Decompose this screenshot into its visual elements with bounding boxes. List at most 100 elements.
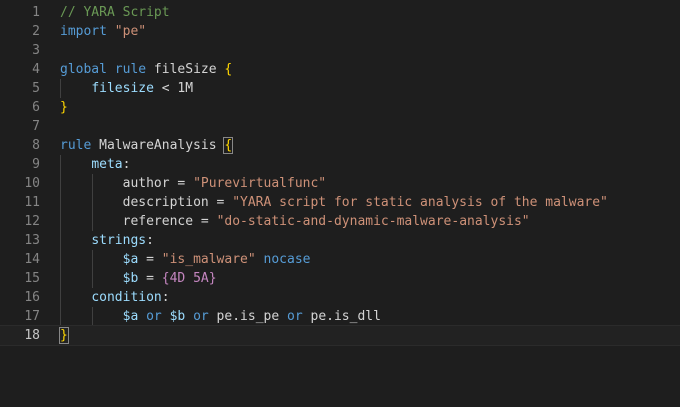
code-text[interactable]: strings:	[60, 231, 154, 250]
code-line[interactable]: 13 strings:	[0, 231, 680, 250]
line-number: 2	[32, 24, 40, 39]
code-token: < 1M	[153, 81, 194, 96]
code-line[interactable]: 17 $a or $b or pe.is_pe or pe.is_dll	[0, 307, 680, 326]
code-text[interactable]: condition:	[60, 288, 170, 307]
code-token: =	[208, 195, 233, 210]
line-number: 11	[24, 195, 40, 210]
code-token: description	[122, 195, 209, 210]
code-text[interactable]: meta:	[60, 155, 130, 174]
code-token: "YARA script for static analysis of the …	[232, 195, 608, 210]
code-line[interactable]: 4 global rule fileSize {	[0, 60, 680, 79]
code-lines[interactable]: 1 // YARA Script 2 import "pe" 3 4 global rule…	[0, 3, 680, 346]
code-token: {	[223, 137, 234, 154]
line-number: 7	[32, 119, 40, 134]
line-number: 18	[24, 328, 40, 343]
code-text[interactable]: author = "Purevirtualfunc"	[60, 174, 327, 193]
code-line[interactable]: 1 // YARA Script	[0, 3, 680, 22]
code-token: or	[146, 309, 162, 324]
code-token: global	[60, 62, 107, 77]
code-text[interactable]: description = "YARA script for static an…	[60, 193, 608, 212]
code-text[interactable]: // YARA Script	[60, 3, 170, 22]
code-token: fileSize	[146, 62, 225, 77]
code-token: :	[122, 157, 131, 172]
line-number: 3	[32, 43, 40, 58]
code-line[interactable]: 15 $b = {4D 5A}	[0, 269, 680, 288]
line-number: 12	[24, 214, 40, 229]
line-number: 15	[24, 271, 40, 286]
line-number: 6	[32, 100, 40, 115]
code-token: pe.is_pe	[208, 309, 288, 324]
code-line[interactable]: 9 meta:	[0, 155, 680, 174]
code-line[interactable]: 16 condition:	[0, 288, 680, 307]
code-token: :	[161, 290, 170, 305]
line-number: 1	[32, 5, 40, 20]
code-token: {4D 5A}	[161, 271, 217, 286]
code-line[interactable]: 18}	[0, 325, 680, 346]
code-token: "do-static-and-dynamic-malware-analysis"	[216, 214, 530, 229]
code-line[interactable]: 5 filesize < 1M	[0, 79, 680, 98]
code-text[interactable]: $a or $b or pe.is_pe or pe.is_dll	[60, 307, 381, 326]
code-token: MalwareAnalysis	[91, 138, 225, 153]
code-token: {	[224, 62, 233, 77]
code-text[interactable]: global rule fileSize {	[60, 60, 232, 79]
code-text[interactable]: $b = {4D 5A}	[60, 269, 217, 288]
code-text[interactable]: $a = "is_malware" nocase	[60, 250, 311, 269]
code-line[interactable]: 10 author = "Purevirtualfunc"	[0, 174, 680, 193]
code-token: strings	[91, 233, 147, 248]
code-token: or	[287, 309, 303, 324]
code-line[interactable]: 8 rule MalwareAnalysis {	[0, 136, 680, 155]
code-token: }	[59, 327, 69, 344]
code-text[interactable]: }	[60, 98, 68, 117]
code-text[interactable]: filesize < 1M	[60, 79, 193, 98]
code-text[interactable]: reference = "do-static-and-dynamic-malwa…	[60, 212, 530, 231]
code-token: or	[193, 309, 209, 324]
code-text[interactable]: }	[59, 326, 69, 345]
code-token: =	[138, 271, 162, 286]
line-number: 13	[24, 233, 40, 248]
code-line[interactable]: 14 $a = "is_malware" nocase	[0, 250, 680, 269]
code-line[interactable]: 12 reference = "do-static-and-dynamic-ma…	[0, 212, 680, 231]
code-token: =	[138, 252, 162, 267]
code-token: }	[60, 100, 68, 115]
line-number: 5	[32, 81, 40, 96]
code-token: rule	[60, 138, 92, 153]
code-line[interactable]: 7	[0, 117, 680, 136]
code-line[interactable]: 2 import "pe"	[0, 22, 680, 41]
code-token: pe.is_dll	[302, 309, 381, 324]
code-token: $a	[122, 309, 139, 324]
code-token: author	[122, 176, 170, 191]
code-token: $b	[169, 309, 186, 324]
code-text[interactable]: import "pe"	[60, 22, 146, 41]
line-number: 4	[32, 62, 40, 77]
code-editor[interactable]: 1 // YARA Script 2 import "pe" 3 4 global rule…	[0, 0, 680, 407]
code-token: filesize	[91, 81, 154, 96]
line-number: 17	[24, 309, 40, 324]
line-number: 9	[32, 157, 40, 172]
code-text[interactable]: rule MalwareAnalysis {	[60, 136, 234, 155]
code-line[interactable]: 3	[0, 41, 680, 60]
code-line[interactable]: 6}	[0, 98, 680, 117]
line-number: 8	[32, 138, 40, 153]
code-token: reference	[122, 214, 194, 229]
code-token: import	[60, 24, 107, 39]
code-line[interactable]: 11 description = "YARA script for static…	[0, 193, 680, 212]
code-token: condition	[91, 290, 162, 305]
line-number: 14	[24, 252, 40, 267]
code-token: "pe"	[114, 24, 147, 39]
